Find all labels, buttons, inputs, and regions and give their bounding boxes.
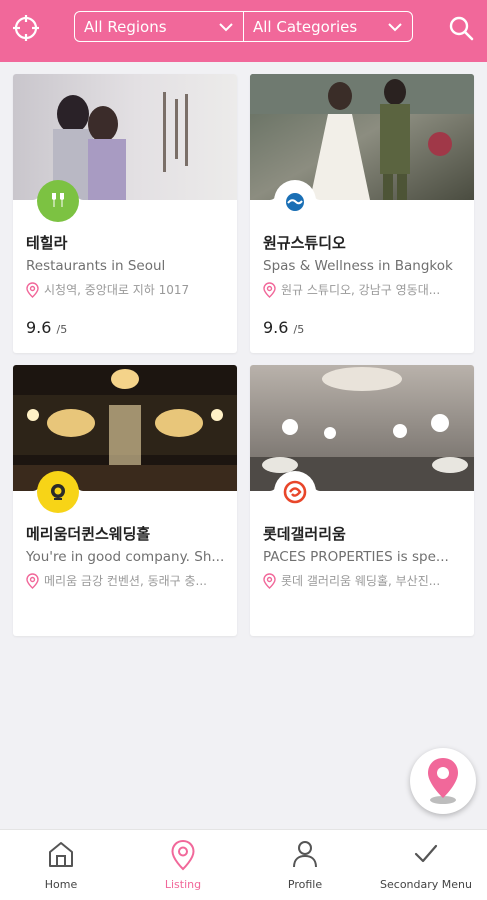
wonkyu-logo xyxy=(274,180,316,222)
bottom-navigation: Home Listing Profile Secondary Menu xyxy=(0,829,487,900)
wine-glasses-icon xyxy=(52,193,64,207)
listing-name: 메리움더퀸스웨딩홀 xyxy=(26,525,151,543)
listing-address: 롯데 갤러리움 웨딩홀, 부산진... xyxy=(263,572,468,589)
listing-name: 롯데갤러리움 xyxy=(263,525,346,543)
address-text: 원규 스튜디오, 강남구 영동대... xyxy=(281,283,441,297)
map-pin-icon xyxy=(428,758,458,804)
address-text: 롯데 갤러리움 웨딩홀, 부산진... xyxy=(281,574,441,588)
nav-home-label: Home xyxy=(44,878,78,891)
categories-dropdown[interactable]: All Categories xyxy=(243,11,413,42)
locate-button[interactable] xyxy=(8,10,44,46)
listing-address: 메리움 금강 컨벤션, 동래구 충... xyxy=(26,572,231,589)
top-bar: All Regions All Categories xyxy=(0,0,487,62)
search-button[interactable] xyxy=(443,10,479,46)
nav-listing-label: Listing xyxy=(164,878,202,891)
lotte-logo xyxy=(274,471,316,513)
address-text: 메리움 금강 컨벤션, 동래구 충... xyxy=(44,574,207,588)
wave-logo-icon xyxy=(286,193,304,211)
listing-card-wonkyu-studio[interactable]: 원규스튜디오 Spas & Wellness in Bangkok 원규 스튜디… xyxy=(250,74,474,353)
nav-secondary-menu[interactable]: Secondary Menu xyxy=(365,830,487,900)
listing-category: You're in good company. Sh... xyxy=(26,549,225,565)
crosshair-icon xyxy=(13,15,39,41)
person-icon xyxy=(293,841,317,868)
listing-rating: 9.6 /5 xyxy=(26,318,67,337)
location-pin-icon xyxy=(26,572,39,589)
location-pin-icon xyxy=(171,839,195,871)
location-pin-icon xyxy=(26,281,39,298)
nav-profile-label: Profile xyxy=(287,878,323,891)
swirl-logo-icon xyxy=(283,480,307,504)
listing-name: 원규스튜디오 xyxy=(263,234,346,252)
listing-category: Spas & Wellness in Bangkok xyxy=(263,258,453,274)
categories-label: All Categories xyxy=(253,17,358,36)
regions-dropdown[interactable]: All Regions xyxy=(74,11,244,42)
lion-crest-icon xyxy=(51,484,65,500)
checkmark-icon xyxy=(414,844,438,863)
nav-secondary-menu-label: Secondary Menu xyxy=(380,878,472,891)
nav-listing[interactable]: Listing xyxy=(122,830,244,900)
chevron-down-icon xyxy=(219,23,233,32)
listing-rating: 9.6 /5 xyxy=(263,318,304,337)
nav-profile[interactable]: Profile xyxy=(244,830,366,900)
rating-max: /5 xyxy=(293,323,305,336)
address-text: 시청역, 중앙대로 지하 1017 xyxy=(44,283,190,297)
merium-logo xyxy=(37,471,79,513)
listing-card-tehilla[interactable]: 테힐라 Restaurants in Seoul 시청역, 중앙대로 지하 10… xyxy=(13,74,237,353)
listing-card-merium-queens-wedding[interactable]: 메리움더퀸스웨딩홀 You're in good company. Sh... … xyxy=(13,365,237,636)
rating-max: /5 xyxy=(56,323,68,336)
listing-category: Restaurants in Seoul xyxy=(26,258,166,274)
tehilla-logo xyxy=(37,180,79,222)
regions-label: All Regions xyxy=(84,17,167,36)
chevron-down-icon xyxy=(388,23,402,32)
nav-home[interactable]: Home xyxy=(0,830,122,900)
search-icon xyxy=(449,16,474,41)
map-view-button[interactable] xyxy=(410,748,476,814)
home-icon xyxy=(49,842,73,867)
listing-name: 테힐라 xyxy=(26,234,68,252)
listing-address: 시청역, 중앙대로 지하 1017 xyxy=(26,281,231,298)
location-pin-icon xyxy=(263,572,276,589)
location-pin-icon xyxy=(263,281,276,298)
listing-card-lotte-gallerium[interactable]: 롯데갤러리움 PACES PROPERTIES is spe... 롯데 갤러리… xyxy=(250,365,474,636)
rating-score: 9.6 xyxy=(26,318,52,337)
listing-address: 원규 스튜디오, 강남구 영동대... xyxy=(263,281,468,298)
rating-score: 9.6 xyxy=(263,318,289,337)
listing-category: PACES PROPERTIES is spe... xyxy=(263,549,449,565)
